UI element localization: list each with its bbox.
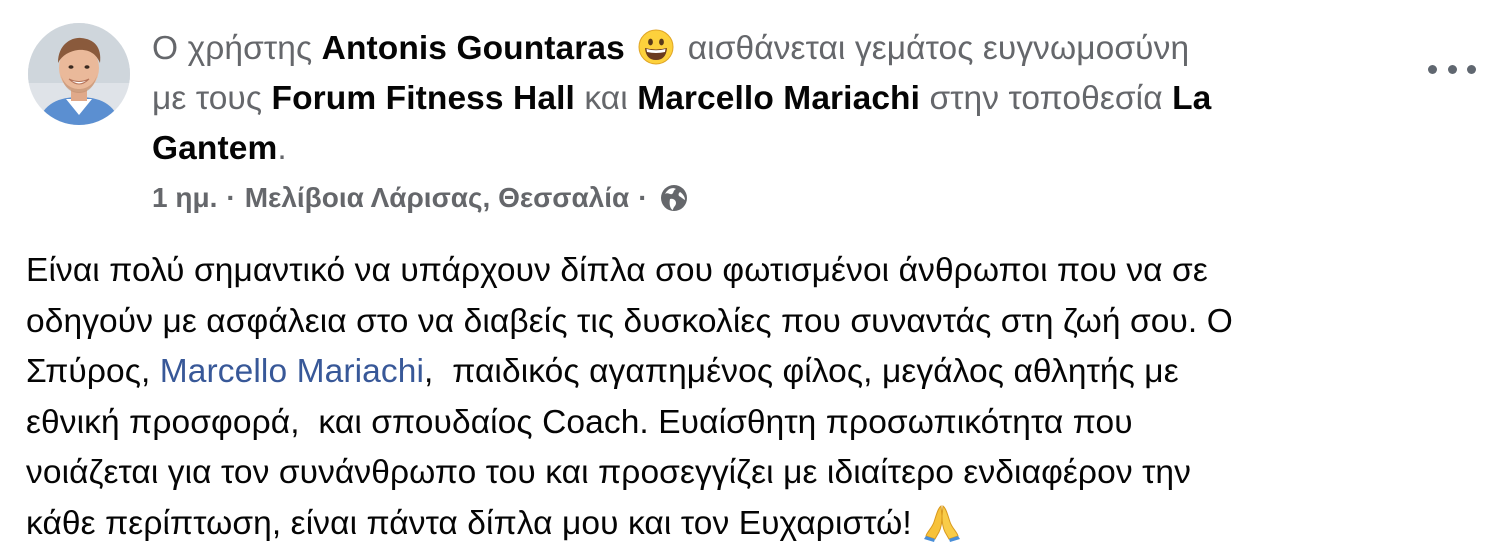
post-meta: 1 ημ. · Μελίβοια Λάρισας, Θεσσαλία · xyxy=(152,178,689,218)
avatar-photo xyxy=(28,23,130,125)
meta-separator: · xyxy=(226,182,236,213)
grinning-face-emoji-icon xyxy=(638,29,674,65)
period: . xyxy=(277,130,287,167)
post-text-line: κάθε περίπτωση, είναι πάντα δίπλα μου κα… xyxy=(26,499,1486,550)
more-dot xyxy=(1428,64,1437,74)
post-text-line: Σπύρος, Marcello Mariachi, παιδικός αγαπ… xyxy=(26,347,1486,398)
feeling-text: αισθάνεται γεμάτος ευγνωμοσύνη xyxy=(687,30,1190,67)
more-dot xyxy=(1447,64,1457,74)
post-header: Ο χρήστης Antonis Gountaras αισθάνεται γ… xyxy=(152,24,1402,174)
post-text-fragment: Σπύρος, xyxy=(26,353,160,390)
post-text-line: Είναι πολύ σημαντικό να υπάρχουν δίπλα σ… xyxy=(26,252,1208,289)
with-prefix: με τους xyxy=(152,80,263,117)
meta-separator: · xyxy=(638,182,648,213)
post-timestamp-link[interactable]: 1 ημ. xyxy=(152,178,217,218)
more-options-icon[interactable] xyxy=(1428,54,1476,84)
location-link-part1[interactable]: La xyxy=(1172,80,1211,117)
post-place-link[interactable]: Μελίβοια Λάρισας, Θεσσαλία xyxy=(245,178,630,218)
tagged-user-link[interactable]: Marcello Mariachi xyxy=(637,80,920,117)
and-word: και xyxy=(584,80,628,117)
author-avatar[interactable] xyxy=(28,23,130,125)
folded-hands-emoji-icon xyxy=(923,504,960,542)
author-prefix: Ο χρήστης xyxy=(152,30,313,67)
post-text-line: οδηγούν με ασφάλεια στο να διαβείς τις δ… xyxy=(26,302,1233,340)
location-link-part2[interactable]: Gantem xyxy=(152,130,277,167)
post-text-line: εθνική προσφορά, και σπουδαίος Coach. Ευ… xyxy=(26,403,1133,441)
tagged-page-link[interactable]: Forum Fitness Hall xyxy=(272,80,575,117)
post-text-fragment: κάθε περίπτωση, είναι πάντα δίπλα μου κα… xyxy=(26,504,912,542)
post-body: Είναι πολύ σημαντικό να υπάρχουν δίπλα σ… xyxy=(26,246,1486,549)
author-name-link[interactable]: Antonis Gountaras xyxy=(322,30,625,67)
location-prefix: στην τοποθεσία xyxy=(929,80,1163,117)
mention-link[interactable]: Marcello Mariachi xyxy=(160,353,424,390)
more-dot xyxy=(1467,64,1476,74)
post-text-line: νοιάζεται για τον συνάνθρωπο του και προ… xyxy=(26,454,1191,491)
globe-icon[interactable] xyxy=(659,183,689,213)
post-text-fragment: , παιδικός αγαπημένος φίλος, μεγάλος αθλ… xyxy=(423,353,1179,390)
